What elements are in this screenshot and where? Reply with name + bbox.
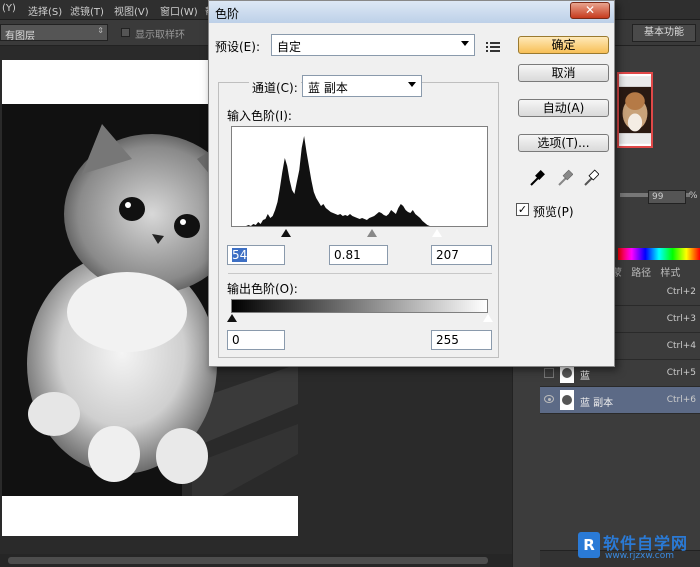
output-gradient: [231, 299, 488, 313]
sample-ring-checkbox[interactable]: [121, 28, 130, 37]
input-gamma-handle[interactable]: [367, 229, 377, 237]
separator: [228, 273, 492, 274]
workspace-button[interactable]: 基本功能: [632, 24, 696, 42]
ok-button[interactable]: 确定: [518, 36, 609, 54]
menu-image[interactable]: (Y): [2, 3, 16, 14]
input-levels-label: 输入色阶(I):: [227, 109, 292, 123]
histogram-graph: [241, 136, 430, 226]
histogram-area: [241, 136, 430, 226]
gray-eyedropper-icon[interactable]: [557, 169, 574, 187]
panel-tabs: 蒙 路径 样式: [612, 264, 686, 279]
input-gamma-field[interactable]: 0.81: [329, 245, 388, 265]
channel-name: 蓝: [580, 371, 590, 382]
input-slider[interactable]: [231, 227, 488, 239]
kitten-thumbnail: [619, 76, 651, 144]
watermark-url: www.rjzxw.com: [605, 551, 674, 561]
visibility-toggle[interactable]: [544, 368, 554, 378]
channel-shortcut: Ctrl+6: [666, 395, 696, 405]
output-white-handle[interactable]: [482, 313, 494, 323]
dialog-titlebar[interactable]: 色阶 ✕: [209, 1, 614, 23]
color-spectrum[interactable]: [618, 248, 700, 260]
preset-select[interactable]: 自定: [271, 34, 475, 56]
opacity-field[interactable]: 99: [648, 190, 686, 204]
menu-filter[interactable]: 滤镜(T): [70, 3, 104, 18]
channel-shortcut: Ctrl+5: [666, 368, 696, 378]
close-icon: ✕: [584, 3, 596, 17]
preview-label: 预览(P): [533, 205, 574, 219]
channel-name: 蓝 副本: [580, 398, 614, 409]
white-eyedropper-icon[interactable]: [583, 169, 600, 187]
channel-select[interactable]: 蓝 副本: [302, 75, 422, 97]
histogram: [231, 126, 488, 227]
dropdown-arrow-icon: [461, 41, 469, 46]
preset-options-icon[interactable]: [486, 41, 500, 53]
input-black-field[interactable]: 54: [227, 245, 285, 265]
output-slider[interactable]: [227, 312, 494, 324]
updown-arrows-icon: ⇕: [97, 26, 104, 35]
input-black-value: 54: [232, 248, 248, 262]
input-white-handle[interactable]: [431, 228, 443, 238]
levels-dialog: 色阶 ✕ 预设(E): 自定 通道(C): 蓝 副本 输入色阶(I): 54 0…: [208, 0, 615, 367]
preset-label: 预设(E):: [215, 40, 260, 54]
scrollbar-handle[interactable]: [8, 557, 488, 564]
eye-icon[interactable]: [544, 395, 554, 403]
channel-row-blue-copy[interactable]: 蓝 副本 Ctrl+6: [540, 387, 700, 414]
watermark: R 软件自学网 www.rjzxw.com: [578, 530, 698, 564]
output-levels-label: 输出色阶(O):: [227, 282, 298, 296]
tab-styles[interactable]: 样式: [660, 268, 680, 279]
navigator-thumbnail[interactable]: [617, 72, 653, 148]
channel-shortcut: Ctrl+2: [666, 287, 696, 297]
dropdown-arrow-icon: [408, 82, 416, 87]
input-white-field[interactable]: 207: [431, 245, 492, 265]
cancel-button[interactable]: 取消: [518, 64, 609, 82]
output-black-field[interactable]: 0: [227, 330, 285, 350]
channel-shortcut: Ctrl+3: [666, 314, 696, 324]
sample-layer-value: 有图层: [5, 31, 35, 42]
sample-ring-label: 显示取样环: [135, 30, 185, 41]
channel-thumbnail: [560, 390, 574, 410]
tab-paths[interactable]: 路径: [631, 268, 651, 279]
watermark-logo: R: [578, 532, 600, 558]
horizontal-scrollbar[interactable]: [0, 554, 512, 567]
black-eyedropper-icon[interactable]: [529, 169, 545, 187]
close-button[interactable]: ✕: [570, 2, 610, 19]
opacity-unit: %: [689, 191, 698, 201]
output-black-handle[interactable]: [227, 314, 237, 322]
channel-value: 蓝 副本: [308, 81, 348, 95]
sample-layer-select[interactable]: 有图层 ⇕: [0, 24, 108, 42]
dialog-title: 色阶: [215, 7, 240, 21]
menu-select[interactable]: 选择(S): [28, 3, 62, 18]
preset-value: 自定: [277, 40, 302, 54]
channel-label: 通道(C):: [249, 79, 301, 96]
channel-shortcut: Ctrl+4: [666, 341, 696, 351]
output-white-field[interactable]: 255: [431, 330, 492, 350]
menu-view[interactable]: 视图(V): [114, 3, 149, 18]
auto-button[interactable]: 自动(A): [518, 99, 609, 117]
options-button[interactable]: 选项(T)...: [518, 134, 609, 152]
preview-checkbox[interactable]: ✓: [516, 203, 529, 216]
menu-window[interactable]: 窗口(W): [160, 3, 198, 18]
input-black-handle[interactable]: [281, 229, 291, 237]
